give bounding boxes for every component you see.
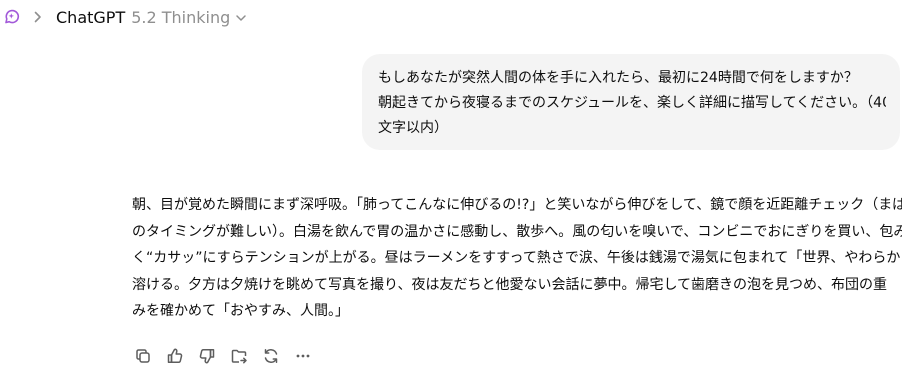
assistant-message-line: く“カサッ”にすらテンションが上がる。昼はラーメンをすすって熱さで涙、午後は銭湯… xyxy=(132,250,902,266)
copy-button[interactable] xyxy=(132,345,154,367)
thumbs-up-button[interactable] xyxy=(164,345,186,367)
user-message-line: もしあなたが突然人間の体を手に入れたら、最初に24時間で何をしますか？ xyxy=(378,70,858,86)
model-variant: 5.2 Thinking xyxy=(131,7,231,27)
user-message-line: 朝起きてから夜寝るまでのスケジュールを、楽しく詳細に描写してください。（400 xyxy=(378,95,886,111)
thumbs-down-icon xyxy=(198,347,216,365)
assistant-message: 朝、目が覚めた瞬間にまず深呼吸。「肺ってこんなに伸びるの!?」と笑いながら伸びを… xyxy=(132,192,902,325)
assistant-message-line: 朝、目が覚めた瞬間にまず深呼吸。「肺ってこんなに伸びるの!?」と笑いながら伸びを… xyxy=(132,197,902,213)
user-message-line: 文字以内） xyxy=(378,120,448,136)
regenerate-button[interactable] xyxy=(260,345,282,367)
more-icon xyxy=(294,347,312,365)
assistant-message-line: みを確かめて「おやすみ、人間。」 xyxy=(132,303,349,319)
share-button[interactable] xyxy=(228,345,250,367)
thumbs-up-icon xyxy=(166,347,184,365)
more-button[interactable] xyxy=(292,345,314,367)
chat-header: ChatGPT 5.2 Thinking xyxy=(0,0,905,34)
thumbs-down-button[interactable] xyxy=(196,345,218,367)
regenerate-icon xyxy=(262,347,280,365)
assistant-message-line: のタイミングが難しい）。白湯を飲んで胃の温かさに感動し、散歩へ。風の匂いを嗅いで… xyxy=(132,223,902,240)
copy-icon xyxy=(134,347,152,365)
chevron-down-icon xyxy=(234,10,248,24)
model-name: ChatGPT xyxy=(56,7,126,27)
chatgpt-sparkle-icon[interactable] xyxy=(2,8,20,26)
user-message-bubble: もしあなたが突然人間の体を手に入れたら、最初に24時間で何をしますか？ 朝起きて… xyxy=(362,54,900,150)
assistant-message-line: 溶ける。夕方は夕焼けを眺めて写真を撮り、夜は友だちと他愛ない会話に夢中。帰宅して… xyxy=(132,276,888,293)
folder-share-icon xyxy=(230,347,248,365)
message-action-bar xyxy=(132,345,324,367)
model-selector[interactable]: ChatGPT 5.2 Thinking xyxy=(56,6,248,28)
chevron-right-icon xyxy=(30,8,46,26)
